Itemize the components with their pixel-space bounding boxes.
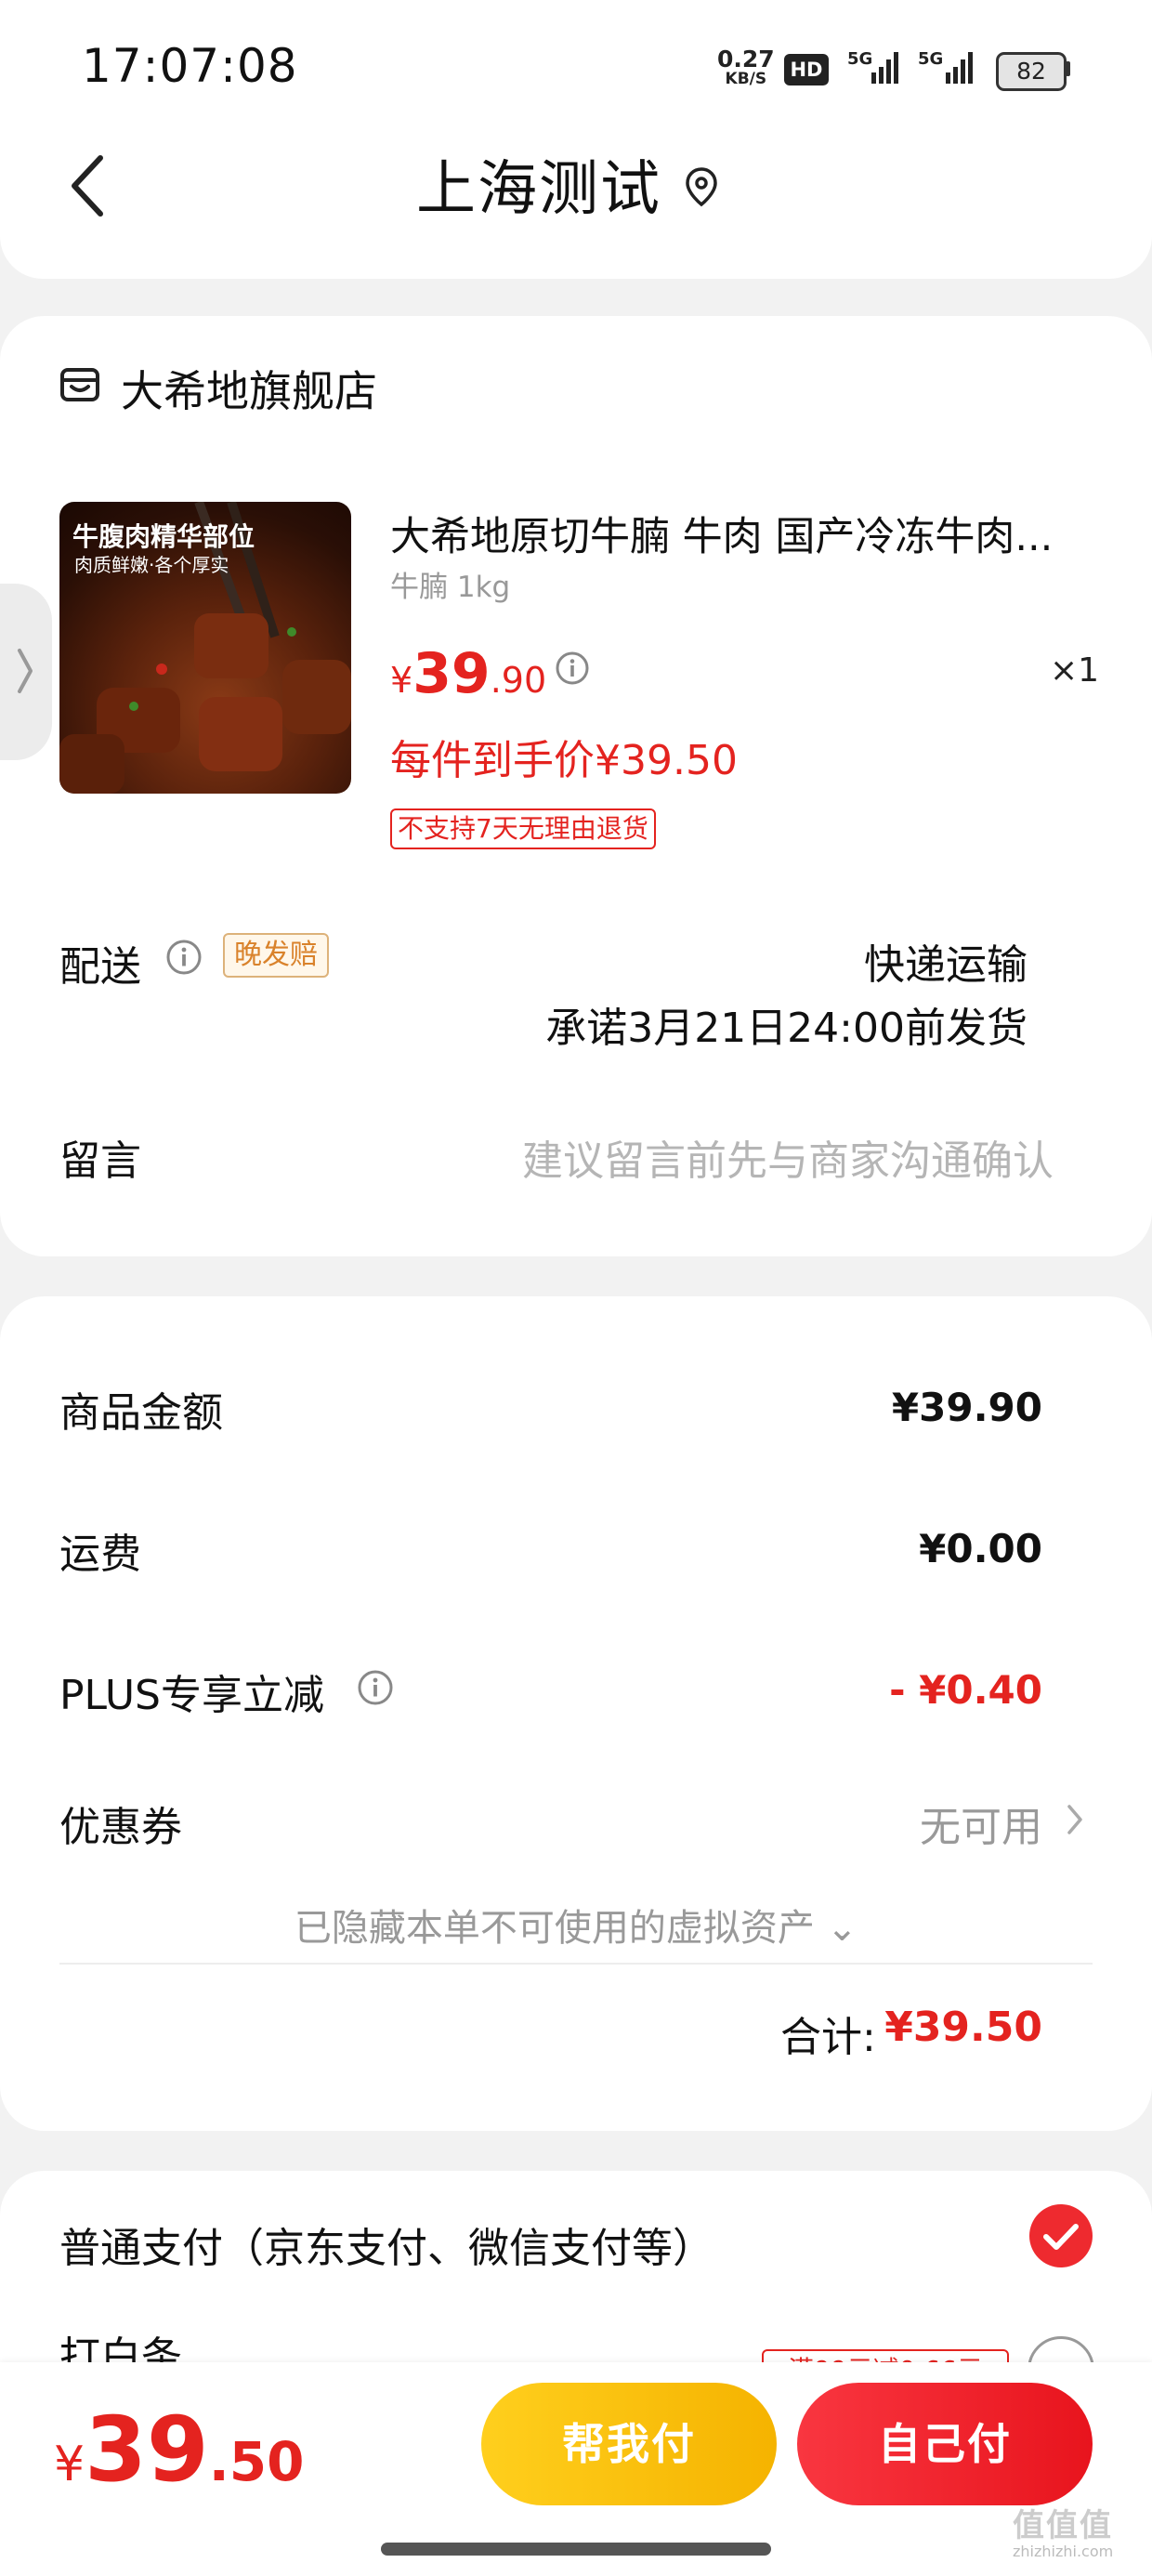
goods-amount-label: 商品金额 [59, 1389, 223, 1437]
chevron-right-icon [15, 641, 35, 701]
status-time: 17:07:08 [82, 39, 298, 93]
shipping-method[interactable]: 快递运输 [650, 931, 1028, 991]
shipping-promise: 承诺3月21日24:00前发货 [545, 1005, 1028, 1052]
no-return-tag: 不支持7天无理由退货 [390, 808, 656, 849]
info-icon[interactable] [357, 1669, 394, 1706]
plus-discount-label: PLUS专享立减 [59, 1672, 324, 1719]
message-input[interactable]: 建议留言前先与商家沟通确认 [483, 1127, 1054, 1187]
message-label: 留言 [59, 1137, 141, 1185]
battery-icon: 82 [996, 52, 1067, 91]
product-price: ¥39.90 [390, 641, 547, 706]
signal-icon: 5G [847, 48, 905, 89]
checkmark-icon[interactable] [1028, 2202, 1094, 2269]
late-compensation-badge: 晚发赔 [223, 933, 329, 978]
pay-myself-button[interactable]: 自己付 [797, 2383, 1093, 2505]
product-spec: 牛腩 1kg [390, 571, 511, 604]
quantity: ×1 [1050, 651, 1100, 690]
hidden-assets-toggle[interactable]: 已隐藏本单不可使用的虚拟资产 ⌄ [0, 1898, 1152, 1952]
page-title: 上海测试 [416, 155, 661, 224]
product-name[interactable]: 大希地原切牛腩 牛肉 国产冷冻牛肉... [390, 505, 1096, 562]
shipping-fee-label: 运费 [59, 1531, 141, 1578]
home-indicator[interactable] [381, 2543, 771, 2556]
svg-text:5G: 5G [847, 49, 872, 69]
svg-text:5G: 5G [918, 49, 943, 69]
shipping-fee-value: ¥0.00 [919, 1526, 1042, 1571]
store-icon [59, 364, 100, 403]
divider [59, 1963, 1093, 1965]
coupon-label: 优惠券 [59, 1804, 182, 1851]
total-label: 合计: [780, 2014, 876, 2061]
watermark-logo: 值值值 [1013, 2507, 1113, 2544]
bottom-total-price: ¥39.50 [54, 2398, 305, 2502]
chevron-right-icon[interactable] [1065, 1801, 1085, 1838]
total-value: ¥39.50 [884, 2004, 1042, 2051]
hd-icon: HD [784, 54, 829, 85]
location-pin-icon[interactable] [683, 164, 720, 210]
product-image[interactable]: 牛腹肉精华部位 肉质鲜嫩·各个厚实 [59, 502, 351, 794]
image-caption: 牛腹肉精华部位 [72, 521, 255, 552]
signal-icon-2: 5G [912, 48, 979, 89]
battery-tip [1066, 61, 1070, 76]
help-me-pay-button[interactable]: 帮我付 [481, 2383, 777, 2505]
plus-discount-value: - ¥0.40 [889, 1667, 1042, 1713]
delivery-label: 配送 [59, 943, 141, 991]
payment-option-normal[interactable]: 普通支付（京东支付、微信支付等） [59, 2215, 713, 2274]
watermark-url: zhizhizhi.com [1013, 2543, 1114, 2560]
store-name[interactable]: 大希地旗舰店 [121, 358, 377, 419]
goods-amount-value: ¥39.90 [891, 1385, 1042, 1430]
net-speed: 0.27 KB/S [717, 46, 775, 88]
image-subcaption: 肉质鲜嫩·各个厚实 [74, 554, 229, 576]
coupon-value[interactable]: 无可用 [836, 1794, 1042, 1853]
info-icon[interactable] [555, 651, 590, 686]
info-icon[interactable] [165, 939, 203, 976]
per-item-price: 每件到手价¥39.50 [390, 737, 738, 784]
